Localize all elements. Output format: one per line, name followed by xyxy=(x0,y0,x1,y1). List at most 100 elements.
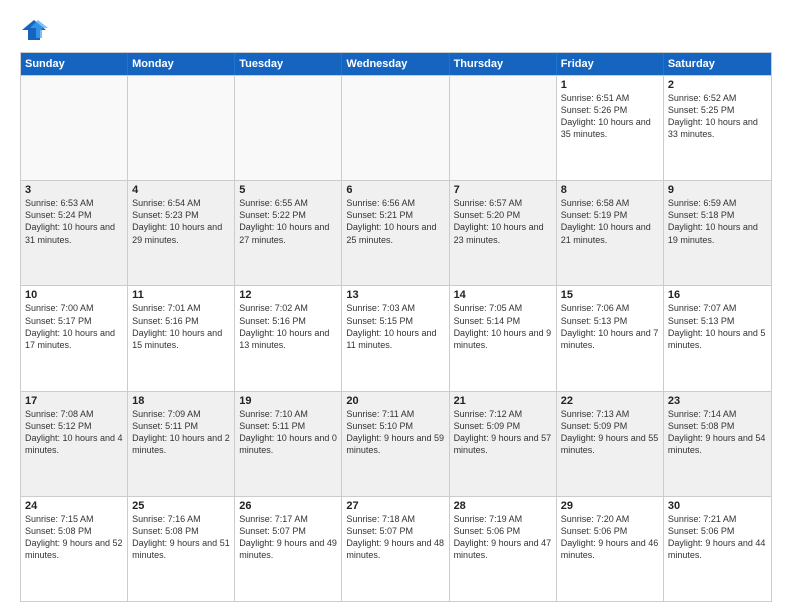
day-info: Sunrise: 7:20 AM Sunset: 5:06 PM Dayligh… xyxy=(561,513,659,562)
day-cell-15: 15Sunrise: 7:06 AM Sunset: 5:13 PM Dayli… xyxy=(557,286,664,390)
day-number: 7 xyxy=(454,184,552,196)
col-header-thursday: Thursday xyxy=(450,53,557,75)
day-cell-2: 2Sunrise: 6:52 AM Sunset: 5:25 PM Daylig… xyxy=(664,76,771,180)
day-info: Sunrise: 6:54 AM Sunset: 5:23 PM Dayligh… xyxy=(132,197,230,246)
week-row-4: 24Sunrise: 7:15 AM Sunset: 5:08 PM Dayli… xyxy=(21,496,771,601)
day-number: 20 xyxy=(346,395,444,407)
day-number: 10 xyxy=(25,289,123,301)
calendar: SundayMondayTuesdayWednesdayThursdayFrid… xyxy=(20,52,772,602)
day-info: Sunrise: 7:16 AM Sunset: 5:08 PM Dayligh… xyxy=(132,513,230,562)
day-number: 25 xyxy=(132,500,230,512)
day-cell-17: 17Sunrise: 7:08 AM Sunset: 5:12 PM Dayli… xyxy=(21,392,128,496)
day-number: 6 xyxy=(346,184,444,196)
day-cell-21: 21Sunrise: 7:12 AM Sunset: 5:09 PM Dayli… xyxy=(450,392,557,496)
calendar-header-row: SundayMondayTuesdayWednesdayThursdayFrid… xyxy=(21,53,771,75)
day-info: Sunrise: 7:08 AM Sunset: 5:12 PM Dayligh… xyxy=(25,408,123,457)
day-info: Sunrise: 7:10 AM Sunset: 5:11 PM Dayligh… xyxy=(239,408,337,457)
day-number: 9 xyxy=(668,184,767,196)
day-number: 12 xyxy=(239,289,337,301)
day-info: Sunrise: 6:53 AM Sunset: 5:24 PM Dayligh… xyxy=(25,197,123,246)
day-cell-20: 20Sunrise: 7:11 AM Sunset: 5:10 PM Dayli… xyxy=(342,392,449,496)
day-info: Sunrise: 7:02 AM Sunset: 5:16 PM Dayligh… xyxy=(239,302,337,351)
day-number: 15 xyxy=(561,289,659,301)
day-cell-6: 6Sunrise: 6:56 AM Sunset: 5:21 PM Daylig… xyxy=(342,181,449,285)
day-info: Sunrise: 6:58 AM Sunset: 5:19 PM Dayligh… xyxy=(561,197,659,246)
day-number: 11 xyxy=(132,289,230,301)
day-number: 26 xyxy=(239,500,337,512)
day-number: 17 xyxy=(25,395,123,407)
day-cell-10: 10Sunrise: 7:00 AM Sunset: 5:17 PM Dayli… xyxy=(21,286,128,390)
day-number: 8 xyxy=(561,184,659,196)
day-cell-22: 22Sunrise: 7:13 AM Sunset: 5:09 PM Dayli… xyxy=(557,392,664,496)
day-number: 29 xyxy=(561,500,659,512)
day-number: 22 xyxy=(561,395,659,407)
day-info: Sunrise: 6:57 AM Sunset: 5:20 PM Dayligh… xyxy=(454,197,552,246)
col-header-sunday: Sunday xyxy=(21,53,128,75)
empty-cell xyxy=(21,76,128,180)
day-info: Sunrise: 7:14 AM Sunset: 5:08 PM Dayligh… xyxy=(668,408,767,457)
day-number: 13 xyxy=(346,289,444,301)
col-header-tuesday: Tuesday xyxy=(235,53,342,75)
day-cell-4: 4Sunrise: 6:54 AM Sunset: 5:23 PM Daylig… xyxy=(128,181,235,285)
day-cell-3: 3Sunrise: 6:53 AM Sunset: 5:24 PM Daylig… xyxy=(21,181,128,285)
week-row-0: 1Sunrise: 6:51 AM Sunset: 5:26 PM Daylig… xyxy=(21,75,771,180)
day-cell-9: 9Sunrise: 6:59 AM Sunset: 5:18 PM Daylig… xyxy=(664,181,771,285)
week-row-3: 17Sunrise: 7:08 AM Sunset: 5:12 PM Dayli… xyxy=(21,391,771,496)
day-info: Sunrise: 7:15 AM Sunset: 5:08 PM Dayligh… xyxy=(25,513,123,562)
day-info: Sunrise: 7:12 AM Sunset: 5:09 PM Dayligh… xyxy=(454,408,552,457)
day-number: 30 xyxy=(668,500,767,512)
col-header-saturday: Saturday xyxy=(664,53,771,75)
day-info: Sunrise: 7:17 AM Sunset: 5:07 PM Dayligh… xyxy=(239,513,337,562)
day-number: 3 xyxy=(25,184,123,196)
col-header-monday: Monday xyxy=(128,53,235,75)
empty-cell xyxy=(342,76,449,180)
day-cell-1: 1Sunrise: 6:51 AM Sunset: 5:26 PM Daylig… xyxy=(557,76,664,180)
col-header-wednesday: Wednesday xyxy=(342,53,449,75)
day-number: 4 xyxy=(132,184,230,196)
day-cell-25: 25Sunrise: 7:16 AM Sunset: 5:08 PM Dayli… xyxy=(128,497,235,601)
page: SundayMondayTuesdayWednesdayThursdayFrid… xyxy=(0,0,792,612)
day-cell-28: 28Sunrise: 7:19 AM Sunset: 5:06 PM Dayli… xyxy=(450,497,557,601)
day-cell-29: 29Sunrise: 7:20 AM Sunset: 5:06 PM Dayli… xyxy=(557,497,664,601)
week-row-2: 10Sunrise: 7:00 AM Sunset: 5:17 PM Dayli… xyxy=(21,285,771,390)
day-number: 18 xyxy=(132,395,230,407)
day-number: 5 xyxy=(239,184,337,196)
day-info: Sunrise: 7:07 AM Sunset: 5:13 PM Dayligh… xyxy=(668,302,767,351)
day-cell-16: 16Sunrise: 7:07 AM Sunset: 5:13 PM Dayli… xyxy=(664,286,771,390)
day-cell-13: 13Sunrise: 7:03 AM Sunset: 5:15 PM Dayli… xyxy=(342,286,449,390)
week-row-1: 3Sunrise: 6:53 AM Sunset: 5:24 PM Daylig… xyxy=(21,180,771,285)
day-cell-8: 8Sunrise: 6:58 AM Sunset: 5:19 PM Daylig… xyxy=(557,181,664,285)
day-cell-7: 7Sunrise: 6:57 AM Sunset: 5:20 PM Daylig… xyxy=(450,181,557,285)
day-info: Sunrise: 7:11 AM Sunset: 5:10 PM Dayligh… xyxy=(346,408,444,457)
day-number: 24 xyxy=(25,500,123,512)
day-cell-30: 30Sunrise: 7:21 AM Sunset: 5:06 PM Dayli… xyxy=(664,497,771,601)
day-cell-27: 27Sunrise: 7:18 AM Sunset: 5:07 PM Dayli… xyxy=(342,497,449,601)
day-info: Sunrise: 6:56 AM Sunset: 5:21 PM Dayligh… xyxy=(346,197,444,246)
calendar-body: 1Sunrise: 6:51 AM Sunset: 5:26 PM Daylig… xyxy=(21,75,771,601)
day-number: 19 xyxy=(239,395,337,407)
day-info: Sunrise: 6:51 AM Sunset: 5:26 PM Dayligh… xyxy=(561,92,659,141)
day-info: Sunrise: 7:13 AM Sunset: 5:09 PM Dayligh… xyxy=(561,408,659,457)
day-number: 14 xyxy=(454,289,552,301)
empty-cell xyxy=(128,76,235,180)
day-number: 28 xyxy=(454,500,552,512)
header xyxy=(20,16,772,44)
day-cell-26: 26Sunrise: 7:17 AM Sunset: 5:07 PM Dayli… xyxy=(235,497,342,601)
day-info: Sunrise: 7:01 AM Sunset: 5:16 PM Dayligh… xyxy=(132,302,230,351)
day-cell-23: 23Sunrise: 7:14 AM Sunset: 5:08 PM Dayli… xyxy=(664,392,771,496)
day-number: 27 xyxy=(346,500,444,512)
day-cell-11: 11Sunrise: 7:01 AM Sunset: 5:16 PM Dayli… xyxy=(128,286,235,390)
day-number: 23 xyxy=(668,395,767,407)
day-info: Sunrise: 6:59 AM Sunset: 5:18 PM Dayligh… xyxy=(668,197,767,246)
day-cell-19: 19Sunrise: 7:10 AM Sunset: 5:11 PM Dayli… xyxy=(235,392,342,496)
day-cell-5: 5Sunrise: 6:55 AM Sunset: 5:22 PM Daylig… xyxy=(235,181,342,285)
day-info: Sunrise: 6:55 AM Sunset: 5:22 PM Dayligh… xyxy=(239,197,337,246)
day-cell-12: 12Sunrise: 7:02 AM Sunset: 5:16 PM Dayli… xyxy=(235,286,342,390)
day-info: Sunrise: 7:06 AM Sunset: 5:13 PM Dayligh… xyxy=(561,302,659,351)
empty-cell xyxy=(450,76,557,180)
logo-icon xyxy=(20,16,48,44)
day-info: Sunrise: 6:52 AM Sunset: 5:25 PM Dayligh… xyxy=(668,92,767,141)
day-number: 1 xyxy=(561,79,659,91)
day-info: Sunrise: 7:18 AM Sunset: 5:07 PM Dayligh… xyxy=(346,513,444,562)
col-header-friday: Friday xyxy=(557,53,664,75)
